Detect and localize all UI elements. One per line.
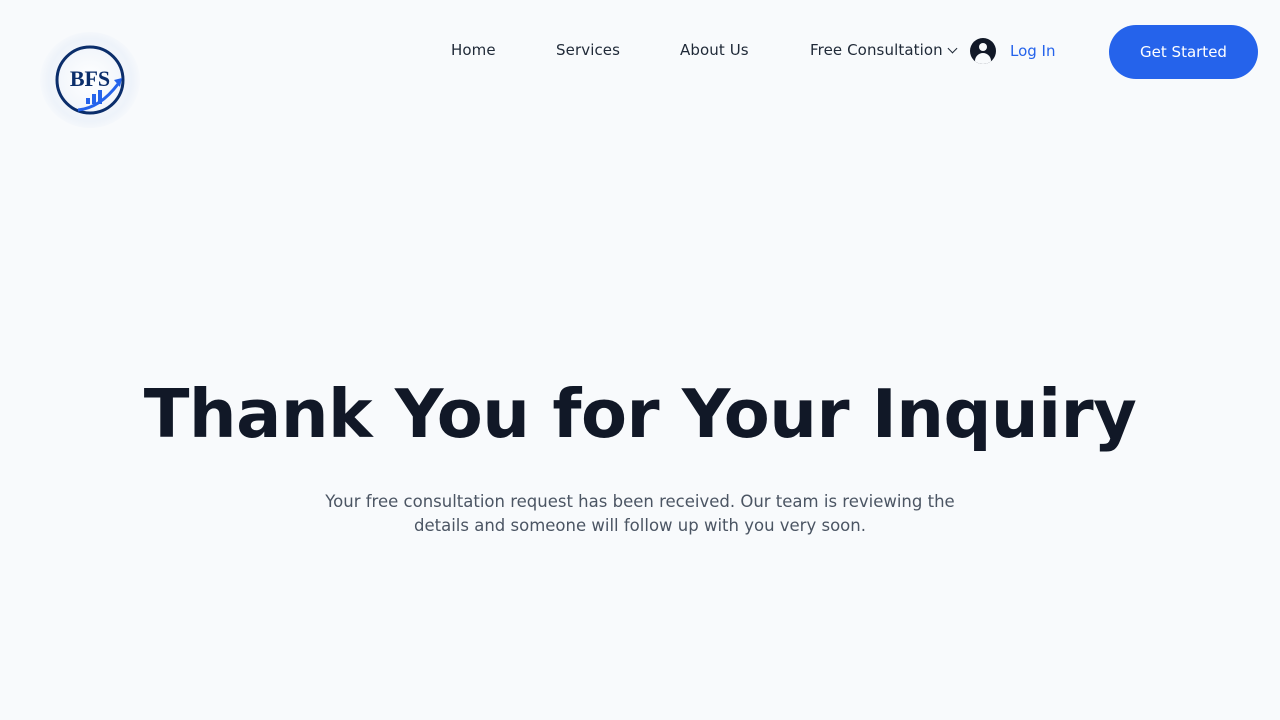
main-nav: Home Services About Us Free Consultation… <box>0 0 1280 100</box>
nav-item-free-consultation-label: Free Consultation <box>810 41 943 59</box>
page: BFS Home Services About Us Free Consulta… <box>0 0 1280 720</box>
login-label: Log In <box>1010 42 1056 60</box>
page-title: Thank You for Your Inquiry <box>143 375 1137 453</box>
chevron-down-icon <box>947 43 958 53</box>
get-started-button[interactable]: Get Started <box>1109 25 1258 79</box>
page-subtitle: Your free consultation request has been … <box>325 492 955 535</box>
user-avatar-icon <box>970 38 996 64</box>
login-link[interactable]: Log In <box>970 38 1056 64</box>
nav-item-about-us[interactable]: About Us <box>680 40 749 60</box>
nav-item-home[interactable]: Home <box>451 40 496 60</box>
nav-item-services[interactable]: Services <box>556 40 620 60</box>
nav-item-free-consultation[interactable]: Free Consultation <box>810 40 958 60</box>
